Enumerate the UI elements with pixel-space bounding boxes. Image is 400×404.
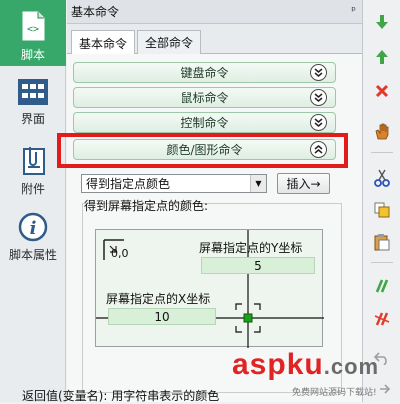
- category-mouse[interactable]: 鼠标命令: [73, 87, 336, 108]
- comment-icon[interactable]: [372, 276, 392, 296]
- move-up-icon[interactable]: [372, 47, 392, 67]
- tab-bar: 基本命令 全部命令: [67, 24, 362, 55]
- sidebar-item-script[interactable]: <> 脚本: [0, 0, 66, 66]
- clip-icon: [23, 147, 45, 175]
- hand-icon[interactable]: [372, 121, 392, 141]
- coordinate-diagram: 0,0 屏幕指定点的Y坐标 5 屏幕指定点的X坐标 10: [95, 229, 324, 348]
- pin-icon[interactable]: ᵖ: [351, 4, 356, 17]
- sidebar-item-label: 脚本: [20, 48, 45, 62]
- command-select-value: 得到指定点颜色: [86, 177, 171, 191]
- tab-all-commands[interactable]: 全部命令: [137, 30, 201, 54]
- sidebar-item-label: 界面: [20, 112, 45, 126]
- chevron-down-icon[interactable]: [310, 114, 327, 131]
- x-coordinate-label: 屏幕指定点的X坐标: [106, 292, 211, 306]
- toolbar-separator: [371, 152, 393, 153]
- category-label: 鼠标命令: [180, 91, 229, 105]
- category-control[interactable]: 控制命令: [73, 112, 336, 133]
- uncomment-icon[interactable]: [372, 309, 392, 329]
- panel-title-bar: 基本命令 ᵖ: [67, 0, 362, 24]
- svg-text:i: i: [30, 218, 37, 239]
- svg-text:<>: <>: [27, 24, 39, 35]
- command-select[interactable]: 得到指定点颜色 ▼: [81, 174, 267, 193]
- move-down-icon[interactable]: [372, 12, 392, 32]
- sidebar-item-label: 脚本属性: [8, 248, 57, 262]
- script-icon: <>: [22, 11, 45, 41]
- copy-icon[interactable]: [372, 200, 392, 220]
- watermark-subtitle: 免费网站源码下载站!: [292, 388, 377, 398]
- return-value-label: 返回值(变量名): 用字符串表示的颜色: [22, 389, 220, 403]
- grid-icon: [18, 79, 48, 105]
- category-keyboard[interactable]: 键盘命令: [73, 62, 336, 83]
- highlight-box: [57, 133, 348, 168]
- left-sidebar: <> 脚本 界面 附件 i 脚本属性: [0, 0, 66, 402]
- chevron-down-icon[interactable]: [310, 89, 327, 106]
- info-icon: i: [18, 212, 48, 242]
- origin-label: 0,0: [111, 247, 129, 260]
- sidebar-item-ui[interactable]: 界面: [0, 72, 66, 138]
- chevron-down-icon[interactable]: [310, 64, 327, 81]
- category-label: 控制命令: [180, 116, 229, 130]
- category-label: 键盘命令: [180, 66, 229, 80]
- toolbar-separator: [371, 262, 393, 263]
- sidebar-item-label: 附件: [20, 182, 45, 196]
- insert-button[interactable]: 插入→: [277, 173, 330, 194]
- y-coordinate-label: 屏幕指定点的Y坐标: [199, 241, 303, 255]
- sidebar-item-script-properties[interactable]: i 脚本属性: [0, 208, 66, 274]
- right-toolbar: [362, 0, 400, 402]
- dropdown-arrow-icon[interactable]: ▼: [250, 175, 266, 192]
- paste-icon[interactable]: [372, 232, 392, 252]
- y-coordinate-field[interactable]: 5: [201, 257, 315, 274]
- group-label: 得到屏幕指定点的颜色:: [84, 199, 209, 213]
- watermark-logo: aspku.com: [232, 348, 380, 381]
- x-coordinate-field[interactable]: 10: [108, 308, 216, 325]
- cut-icon[interactable]: [372, 168, 392, 188]
- delete-icon[interactable]: [372, 81, 392, 101]
- panel-title: 基本命令: [71, 5, 120, 19]
- tab-basic-commands[interactable]: 基本命令: [71, 30, 135, 55]
